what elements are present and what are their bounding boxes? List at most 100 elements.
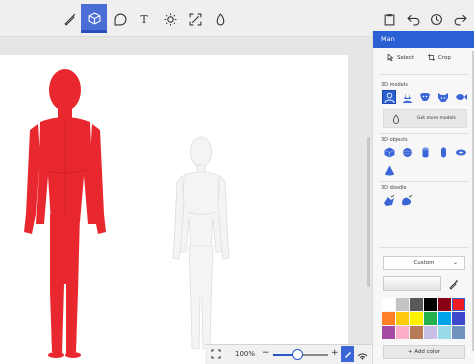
- color-swatch[interactable]: [410, 312, 423, 325]
- zoom-bar: 100% − +: [205, 344, 372, 364]
- get-more-models-label: Get more models: [417, 116, 456, 121]
- divider: [379, 247, 469, 248]
- select-button[interactable]: Select: [387, 54, 414, 61]
- cat-icon: [438, 92, 448, 102]
- history-button[interactable]: [423, 6, 449, 32]
- workspace: [0, 37, 372, 364]
- tool-3d-shapes[interactable]: [81, 4, 107, 33]
- tool-canvas[interactable]: [182, 6, 208, 32]
- color-swatch[interactable]: [438, 326, 451, 339]
- object-cone-button[interactable]: [382, 163, 396, 177]
- tool-stickers[interactable]: [107, 6, 133, 32]
- color-swatch[interactable]: [382, 298, 395, 311]
- torus-icon: [456, 149, 466, 155]
- cube-icon: [383, 147, 395, 157]
- zoom-percent[interactable]: 100%: [235, 350, 255, 358]
- select-label: Select: [397, 54, 414, 61]
- add-color-button[interactable]: + Add color: [383, 345, 465, 359]
- tool-art-tools[interactable]: [56, 6, 82, 32]
- canvas[interactable]: [0, 55, 348, 364]
- section-3d-objects-label: 3D objects: [381, 137, 408, 143]
- color-palette: [382, 298, 466, 339]
- capsule-icon: [440, 147, 446, 157]
- model-woman-button[interactable]: [400, 90, 414, 104]
- history-icon: [430, 13, 442, 25]
- fish-icon: [456, 94, 467, 100]
- chevron-down-icon: ⌄: [452, 259, 458, 266]
- color-swatch[interactable]: [452, 298, 465, 311]
- select-crop-row: Select Crop: [373, 54, 474, 68]
- color-swatch[interactable]: [396, 298, 409, 311]
- library-icon: [216, 12, 224, 25]
- paste-icon: [384, 13, 394, 25]
- crop-button[interactable]: Crop: [428, 54, 451, 61]
- soft-doodle-icon: [402, 195, 413, 206]
- tool-text[interactable]: T: [131, 6, 157, 32]
- zoom-in-button[interactable]: +: [331, 348, 339, 358]
- redo-button[interactable]: [447, 6, 473, 32]
- view-3d-icon[interactable]: [356, 348, 369, 361]
- soft-doodle-button[interactable]: [400, 194, 414, 208]
- properties-panel: Man Select Crop 3D models Get more model…: [372, 31, 474, 364]
- cylinder-icon: [422, 147, 428, 157]
- model-dog-button[interactable]: [418, 90, 432, 104]
- color-swatch[interactable]: [438, 298, 451, 311]
- panel-title: Man: [373, 31, 474, 48]
- color-swatch[interactable]: [410, 298, 423, 311]
- object-sphere-button[interactable]: [400, 145, 414, 159]
- object-torus-button[interactable]: [454, 145, 468, 159]
- canvas-scrollbar[interactable]: [367, 137, 370, 287]
- section-3d-models-label: 3D models: [381, 82, 408, 88]
- brush-icon: [63, 13, 75, 26]
- canvas-icon: [189, 13, 201, 25]
- sharp-doodle-button[interactable]: [382, 194, 396, 208]
- paste-button[interactable]: [376, 6, 402, 32]
- zoom-out-button[interactable]: −: [262, 348, 270, 358]
- model-man-button[interactable]: [382, 90, 396, 104]
- model-fish-button[interactable]: [454, 90, 468, 104]
- color-swatch[interactable]: [424, 312, 437, 325]
- material-dropdown[interactable]: Custom ⌄: [383, 256, 465, 270]
- red-man-model[interactable]: [18, 64, 118, 358]
- sticker-icon: [114, 13, 126, 25]
- color-swatch[interactable]: [452, 312, 465, 325]
- tool-effects[interactable]: [157, 6, 183, 32]
- sharp-doodle-icon: [384, 195, 395, 206]
- tool-3d-library[interactable]: [207, 6, 233, 32]
- color-swatch[interactable]: [424, 298, 437, 311]
- color-swatch[interactable]: [452, 326, 465, 339]
- section-3d-doodle-label: 3D doodle: [381, 185, 407, 191]
- cone-icon: [384, 165, 394, 175]
- white-man-model[interactable]: [168, 134, 234, 354]
- model-cat-button[interactable]: [436, 90, 450, 104]
- crop-label: Crop: [438, 54, 451, 61]
- material-preview: [383, 276, 441, 291]
- color-swatch[interactable]: [410, 326, 423, 339]
- color-swatch[interactable]: [382, 312, 395, 325]
- eyedropper-icon[interactable]: [448, 278, 460, 290]
- color-swatch[interactable]: [424, 326, 437, 339]
- paint-3d-window: T 100% − + Man Select Crop 3D models Get…: [0, 0, 474, 364]
- divider: [379, 181, 469, 182]
- undo-icon: [406, 14, 419, 25]
- material-dropdown-label: Custom: [413, 260, 435, 266]
- get-more-models-button[interactable]: Get more models: [383, 109, 467, 128]
- library-icon: [393, 114, 399, 124]
- fit-to-screen-icon[interactable]: [211, 349, 221, 359]
- object-cube-button[interactable]: [382, 145, 396, 159]
- object-capsule-button[interactable]: [436, 145, 450, 159]
- sphere-icon: [402, 147, 412, 157]
- zoom-slider-thumb[interactable]: [292, 349, 304, 360]
- color-swatch[interactable]: [438, 312, 451, 325]
- redo-icon: [454, 14, 467, 25]
- color-swatch[interactable]: [382, 326, 395, 339]
- color-swatch[interactable]: [396, 312, 409, 325]
- cube-icon: [88, 12, 100, 25]
- divider: [379, 74, 469, 75]
- pen-mode-button[interactable]: [341, 346, 354, 362]
- color-swatch[interactable]: [396, 326, 409, 339]
- divider: [379, 133, 469, 134]
- text-icon: T: [140, 12, 148, 26]
- crop-icon: [428, 54, 435, 61]
- object-cylinder-button[interactable]: [418, 145, 432, 159]
